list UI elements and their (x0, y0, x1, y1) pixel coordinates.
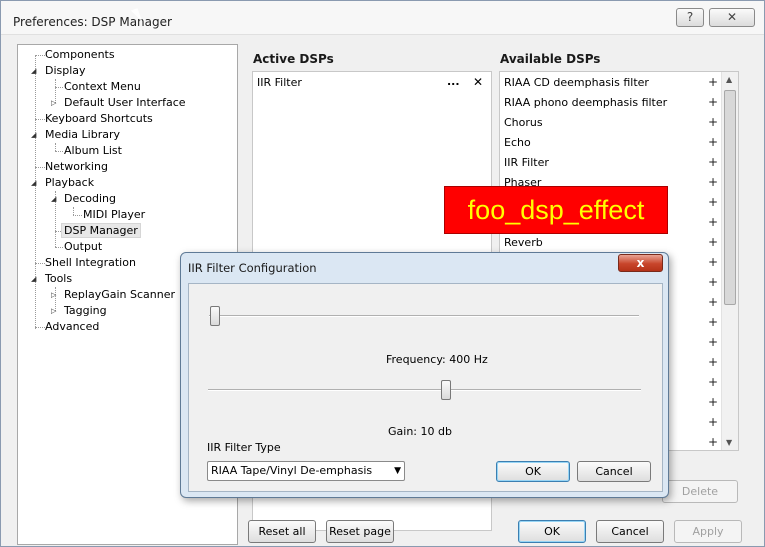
tree-line (35, 327, 45, 328)
help-button[interactable]: ? (676, 8, 704, 27)
title-bar: Preferences: DSP Manager ? ✕ (1, 1, 764, 35)
frequency-label: Frequency: 400 Hz (386, 353, 488, 366)
tree-item-components[interactable]: Components (45, 48, 115, 61)
add-dsp-button[interactable]: + (708, 275, 718, 289)
add-dsp-button[interactable]: + (708, 435, 718, 449)
tree-line (35, 55, 45, 56)
tree-line (35, 119, 45, 120)
active-dsp-label[interactable]: IIR Filter (257, 76, 302, 89)
add-dsp-button[interactable]: + (708, 75, 718, 89)
collapse-triangle-icon[interactable]: ▷ (51, 291, 56, 299)
tree-line (55, 87, 63, 88)
apply-button[interactable]: Apply (674, 520, 742, 543)
tree-line (55, 151, 63, 152)
dropdown-arrow-icon[interactable]: ▼ (394, 462, 401, 480)
available-dsp-item[interactable]: RIAA phono deemphasis filter (504, 96, 667, 109)
tree-line (35, 263, 45, 264)
available-dsps-header: Available DSPs (500, 52, 601, 66)
configure-dsp-button[interactable]: ... (447, 75, 460, 88)
add-dsp-button[interactable]: + (708, 215, 718, 229)
gain-label: Gain: 10 db (388, 425, 452, 438)
tree-item-playback[interactable]: Playback (45, 176, 94, 189)
filter-type-value: RIAA Tape/Vinyl De-emphasis (211, 464, 373, 477)
add-dsp-button[interactable]: + (708, 115, 718, 129)
expand-triangle-icon[interactable]: ◢ (31, 179, 36, 187)
tree-line (55, 247, 63, 248)
filter-type-label: IIR Filter Type (207, 441, 281, 454)
frequency-slider-thumb[interactable] (441, 380, 451, 400)
add-dsp-button[interactable]: + (708, 255, 718, 269)
ok-button[interactable]: OK (518, 520, 586, 543)
reset-page-button[interactable]: Reset page (326, 520, 394, 543)
scroll-up-icon[interactable]: ▲ (726, 75, 732, 84)
tree-item-context-menu[interactable]: Context Menu (64, 80, 141, 93)
tree-item-tagging[interactable]: Tagging (64, 304, 107, 317)
add-dsp-button[interactable]: + (708, 295, 718, 309)
available-dsp-item[interactable]: Echo (504, 136, 531, 149)
dialog-close-button[interactable]: x (618, 254, 663, 272)
tree-item-networking[interactable]: Networking (45, 160, 108, 173)
tree-item-default-user-interface[interactable]: Default User Interface (64, 96, 186, 109)
scroll-down-icon[interactable]: ▼ (726, 438, 732, 447)
tree-item-keyboard-shortcuts[interactable]: Keyboard Shortcuts (45, 112, 153, 125)
add-dsp-button[interactable]: + (708, 355, 718, 369)
add-dsp-button[interactable]: + (708, 315, 718, 329)
add-dsp-button[interactable]: + (708, 195, 718, 209)
tree-item-dsp-manager[interactable]: DSP Manager (61, 223, 141, 238)
top-slider-thumb[interactable] (210, 306, 220, 326)
tree-item-midi-player[interactable]: MIDI Player (83, 208, 145, 221)
filter-type-select[interactable]: RIAA Tape/Vinyl De-emphasis ▼ (207, 461, 405, 481)
tree-item-display[interactable]: Display (45, 64, 86, 77)
collapse-triangle-icon[interactable]: ▷ (51, 99, 56, 107)
scrollbar-thumb[interactable] (724, 90, 736, 305)
remove-dsp-button[interactable]: ✕ (473, 75, 483, 89)
tree-item-shell-integration[interactable]: Shell Integration (45, 256, 136, 269)
add-dsp-button[interactable]: + (708, 415, 718, 429)
add-dsp-button[interactable]: + (708, 335, 718, 349)
add-dsp-button[interactable]: + (708, 95, 718, 109)
top-slider-track[interactable] (209, 315, 639, 317)
available-dsp-item[interactable]: Reverb (504, 236, 543, 249)
add-dsp-button[interactable]: + (708, 395, 718, 409)
add-dsp-button[interactable]: + (708, 135, 718, 149)
tree-item-advanced[interactable]: Advanced (45, 320, 99, 333)
tree-item-album-list[interactable]: Album List (64, 144, 122, 157)
reset-all-button[interactable]: Reset all (248, 520, 316, 543)
available-dsp-item[interactable]: Chorus (504, 116, 543, 129)
expand-triangle-icon[interactable]: ◢ (31, 67, 36, 75)
iir-filter-dialog: IIR Filter Configuration x Frequency: 40… (180, 252, 669, 498)
active-dsps-header: Active DSPs (253, 52, 334, 66)
tree-item-media-library[interactable]: Media Library (45, 128, 120, 141)
expand-triangle-icon[interactable]: ◢ (31, 275, 36, 283)
window-close-button[interactable]: ✕ (709, 8, 755, 27)
dialog-cancel-button[interactable]: Cancel (577, 461, 651, 482)
cancel-button[interactable]: Cancel (596, 520, 664, 543)
tree-line (73, 215, 82, 216)
tree-item-replaygain-scanner[interactable]: ReplayGain Scanner (64, 288, 175, 301)
add-dsp-button[interactable]: + (708, 375, 718, 389)
expand-triangle-icon[interactable]: ◢ (31, 131, 36, 139)
dialog-title: IIR Filter Configuration (188, 261, 317, 275)
window-title: Preferences: DSP Manager (13, 15, 172, 29)
tree-item-tools[interactable]: Tools (45, 272, 72, 285)
tree-item-decoding[interactable]: Decoding (64, 192, 116, 205)
tree-line (73, 207, 74, 215)
available-dsp-item[interactable]: RIAA CD deemphasis filter (504, 76, 649, 89)
overlay-label: foo_dsp_effect (444, 186, 668, 234)
tree-item-output[interactable]: Output (64, 240, 102, 253)
dialog-ok-button[interactable]: OK (496, 461, 570, 482)
tree-line (35, 167, 45, 168)
delete-button[interactable]: Delete (662, 480, 738, 503)
add-dsp-button[interactable]: + (708, 175, 718, 189)
frequency-slider-track[interactable] (208, 389, 641, 391)
tree-line (55, 143, 56, 151)
tree-line (35, 55, 36, 329)
add-dsp-button[interactable]: + (708, 235, 718, 249)
available-list-scrollbar[interactable]: ▲ ▼ (721, 72, 738, 450)
add-dsp-button[interactable]: + (708, 155, 718, 169)
collapse-triangle-icon[interactable]: ▷ (51, 307, 56, 315)
dialog-body: Frequency: 400 Hz Gain: 10 db IIR Filter… (188, 283, 663, 492)
available-dsp-item[interactable]: IIR Filter (504, 156, 549, 169)
expand-triangle-icon[interactable]: ◢ (51, 195, 56, 203)
